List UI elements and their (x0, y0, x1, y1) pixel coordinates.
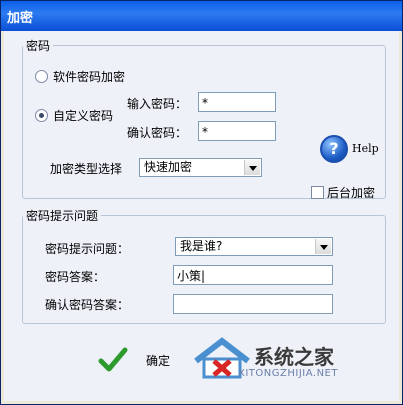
hint-question-label: 密码提示问题： (45, 242, 130, 256)
radio-custom-password[interactable] (35, 109, 48, 122)
password-hint-group: 密码提示问题 密码提示问题： 我是谁? 密码答案： 小策| 确认密码答案： (22, 207, 386, 324)
confirm-answer-input[interactable] (173, 294, 333, 314)
encryption-dialog: 加密 密码 软件密码加密 自定义密码 输入密码： * 确认密码： * ? Hel… (0, 0, 403, 405)
answer-input[interactable]: 小策| (173, 265, 333, 285)
title-bar[interactable]: 加密 (1, 1, 402, 31)
radio-software-password[interactable] (35, 70, 48, 83)
confirm-answer-label: 确认密码答案： (45, 298, 130, 312)
dialog-body: 密码 软件密码加密 自定义密码 输入密码： * 确认密码： * ? Help 加… (4, 31, 399, 401)
enter-password-input[interactable]: * (198, 92, 276, 112)
window-title: 加密 (7, 11, 34, 26)
encryption-type-label: 加密类型选择 (50, 162, 123, 176)
hint-question-value: 我是谁? (180, 239, 223, 253)
hint-question-select[interactable]: 我是谁? (175, 237, 333, 256)
radio-selected-dot (39, 113, 44, 118)
encryption-type-value: 快速加密 (144, 160, 193, 174)
encryption-type-select[interactable]: 快速加密 (139, 158, 262, 177)
confirm-password-input[interactable]: * (198, 121, 276, 141)
confirm-password-label: 确认密码： (127, 126, 188, 140)
hint-group-legend: 密码提示问题 (26, 209, 99, 223)
radio-software-label: 软件密码加密 (53, 70, 126, 84)
chevron-down-icon[interactable] (244, 160, 260, 175)
ok-label: 确定 (146, 354, 171, 368)
password-group-legend: 密码 (26, 39, 51, 53)
help-label[interactable]: Help (352, 142, 379, 155)
watermark: 系统之家 XITONGZHIJIA.NET (192, 335, 362, 385)
checkmark-icon (98, 347, 128, 372)
background-encryption-label: 后台加密 (327, 186, 376, 200)
answer-label: 密码答案： (45, 270, 106, 284)
watermark-cn-text: 系统之家 (254, 345, 334, 369)
radio-custom-label: 自定义密码 (53, 109, 114, 123)
background-encryption-checkbox[interactable] (311, 186, 324, 199)
password-group: 密码 软件密码加密 自定义密码 输入密码： * 确认密码： * ? Help 加… (22, 37, 386, 200)
enter-password-label: 输入密码： (127, 97, 188, 111)
chevron-down-icon[interactable] (315, 239, 331, 254)
watermark-en-text: XITONGZHIJIA.NET (238, 368, 338, 379)
ok-button[interactable]: 确定 (96, 343, 186, 377)
help-icon[interactable]: ? (320, 135, 348, 163)
